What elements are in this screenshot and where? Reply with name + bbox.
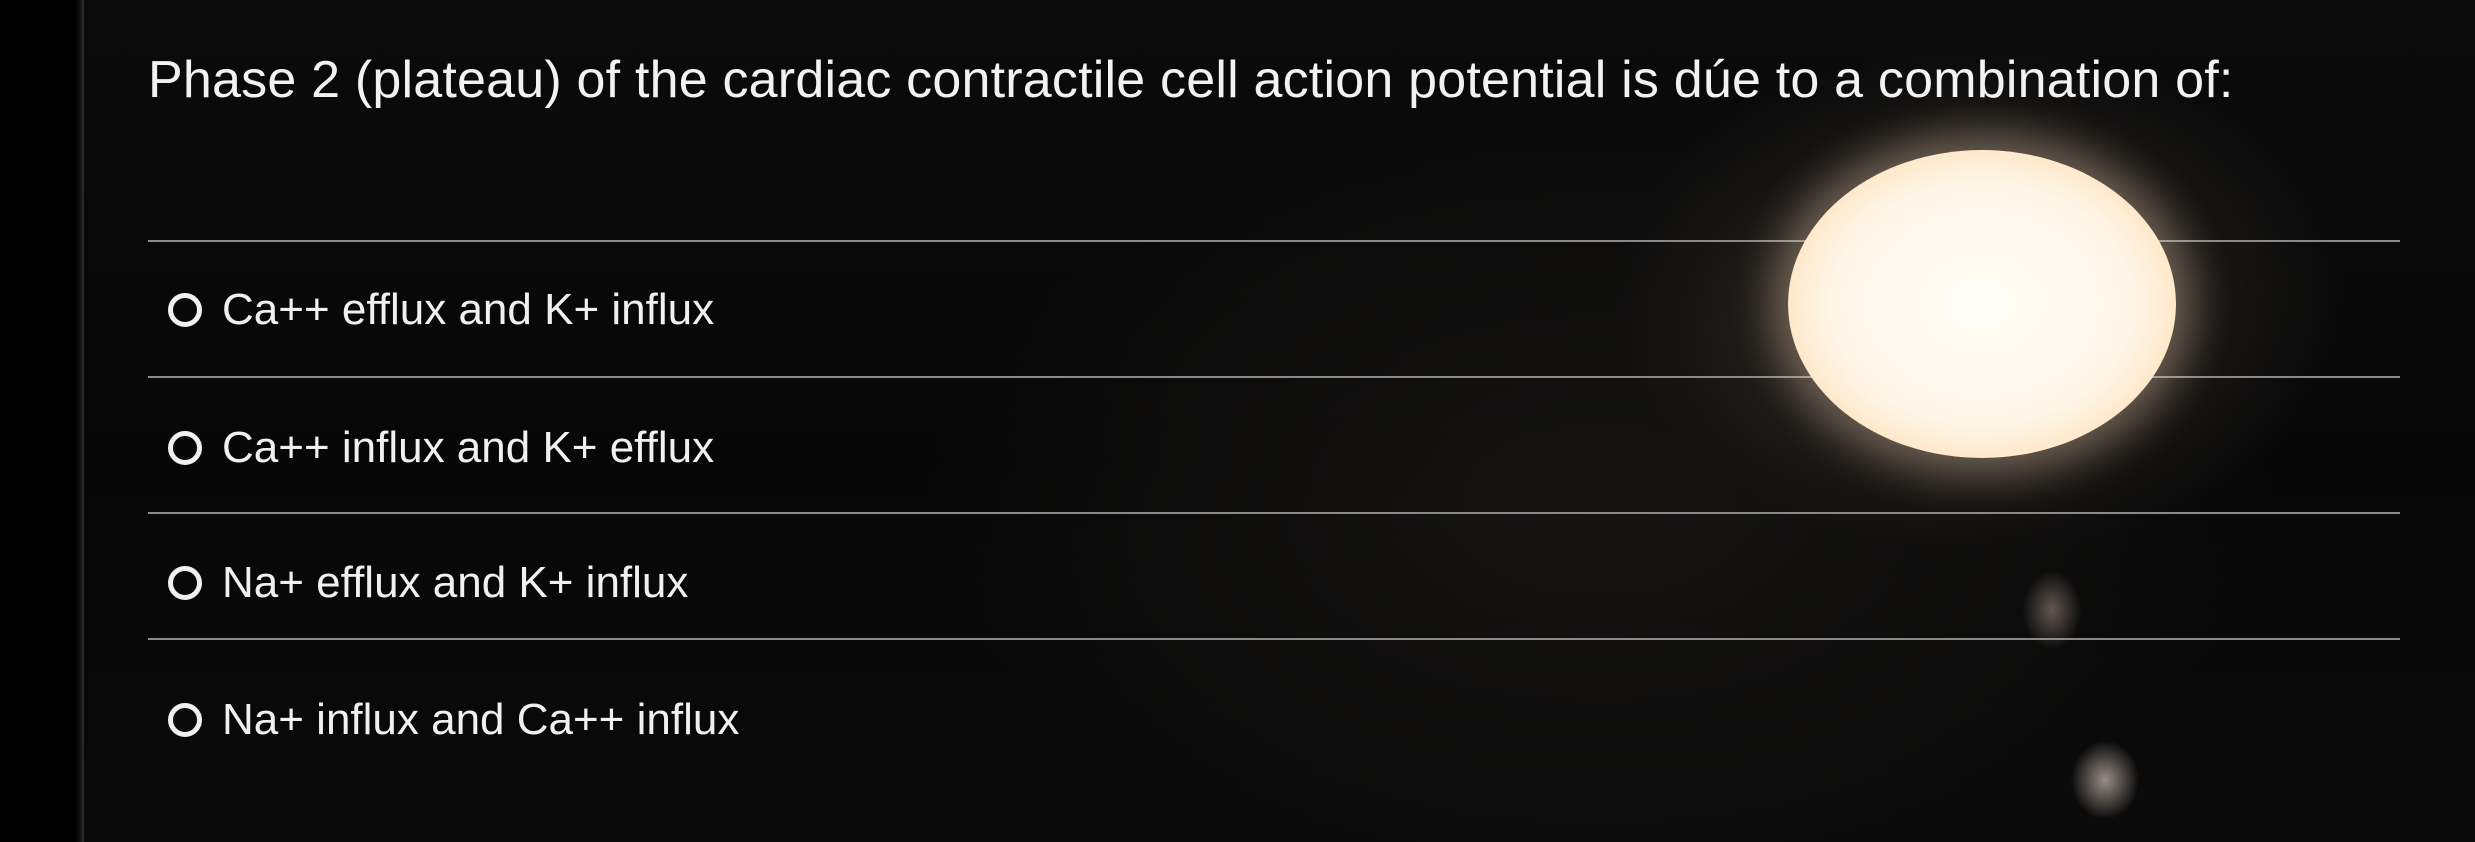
quiz-screen: Phase 2 (plateau) of the cardiac contrac… bbox=[0, 0, 2475, 842]
radio-button-icon[interactable] bbox=[168, 293, 202, 327]
answer-option-label: Na+ efflux and K+ influx bbox=[222, 558, 689, 607]
question-text: Phase 2 (plateau) of the cardiac contrac… bbox=[148, 51, 2234, 109]
divider bbox=[148, 376, 2400, 378]
divider bbox=[148, 512, 2400, 514]
bezel-edge bbox=[82, 0, 84, 842]
answer-option-label: Na+ influx and Ca++ influx bbox=[222, 695, 740, 744]
answer-option-1[interactable]: Ca++ efflux and K+ influx bbox=[168, 280, 714, 340]
answer-option-label: Ca++ influx and K+ efflux bbox=[222, 423, 715, 472]
answer-option-3[interactable]: Na+ efflux and K+ influx bbox=[168, 553, 688, 613]
divider bbox=[148, 240, 2400, 242]
answer-option-label: Ca++ efflux and K+ influx bbox=[222, 285, 715, 334]
monitor-bezel bbox=[0, 0, 82, 842]
answer-option-4[interactable]: Na+ influx and Ca++ influx bbox=[168, 690, 739, 750]
divider bbox=[148, 638, 2400, 640]
screen-reflection bbox=[2070, 740, 2140, 820]
screen-glare bbox=[1788, 150, 2176, 458]
answer-option-2[interactable]: Ca++ influx and K+ efflux bbox=[168, 418, 714, 478]
radio-button-icon[interactable] bbox=[168, 431, 202, 465]
radio-button-icon[interactable] bbox=[168, 566, 202, 600]
radio-button-icon[interactable] bbox=[168, 703, 202, 737]
